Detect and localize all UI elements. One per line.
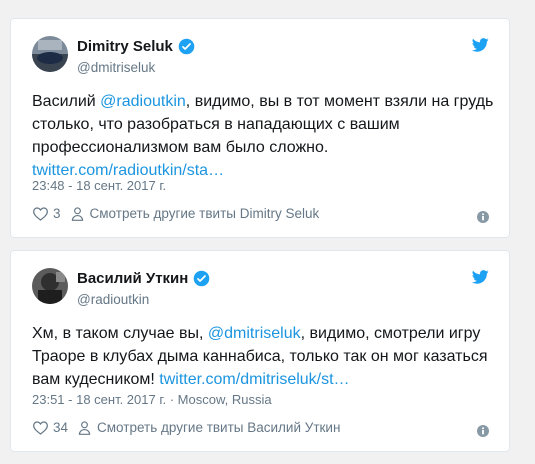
like-count[interactable]: 34 — [53, 420, 68, 435]
display-name[interactable]: Василий Уткин — [77, 270, 188, 287]
avatar[interactable] — [32, 268, 68, 304]
user-handle[interactable]: @radioutkin — [77, 292, 149, 307]
twitter-bird-icon[interactable] — [472, 38, 489, 52]
see-more-tweets-link[interactable]: Смотреть другие твиты Dimitry Seluk — [90, 206, 320, 221]
display-name[interactable]: Dimitry Seluk — [77, 38, 173, 55]
timestamp[interactable]: 23:51 - 18 сент. 2017 г. · Moscow, Russi… — [32, 392, 272, 407]
person-icon — [71, 206, 83, 221]
tweet-url-link[interactable]: twitter.com/radioutkin/sta… — [32, 162, 224, 179]
verified-badge-icon — [178, 38, 195, 55]
tweet-text: Василий @radioutkin, видимо, вы в тот мо… — [32, 93, 494, 179]
heart-icon[interactable] — [32, 420, 49, 435]
heart-icon[interactable] — [32, 206, 49, 221]
timestamp[interactable]: 23:48 - 18 сент. 2017 г. — [32, 178, 166, 193]
verified-badge-icon — [194, 270, 210, 287]
like-count[interactable]: 3 — [53, 206, 61, 221]
mention-link[interactable]: @radioutkin — [100, 93, 186, 110]
see-more-tweets-link[interactable]: Смотреть другие твиты Василий Уткин — [97, 420, 340, 435]
tweet-card: Василий Уткин @radioutkin Хм, в таком сл… — [10, 250, 510, 452]
twitter-bird-icon[interactable] — [472, 270, 489, 284]
person-icon — [78, 420, 91, 435]
user-handle[interactable]: @dmitriseluk — [77, 60, 155, 75]
tweet-card: Dimitry Seluk @dmitriseluk Василий @radi… — [10, 18, 510, 238]
avatar[interactable] — [32, 36, 68, 72]
info-icon[interactable] — [477, 425, 489, 437]
mention-link[interactable]: @dmitriseluk — [208, 325, 301, 342]
info-icon[interactable] — [477, 211, 489, 223]
tweet-url-link[interactable]: twitter.com/dmitriseluk/st… — [159, 371, 349, 388]
tweet-text: Хм, в таком случае вы, @dmitriseluk, вид… — [32, 325, 488, 388]
